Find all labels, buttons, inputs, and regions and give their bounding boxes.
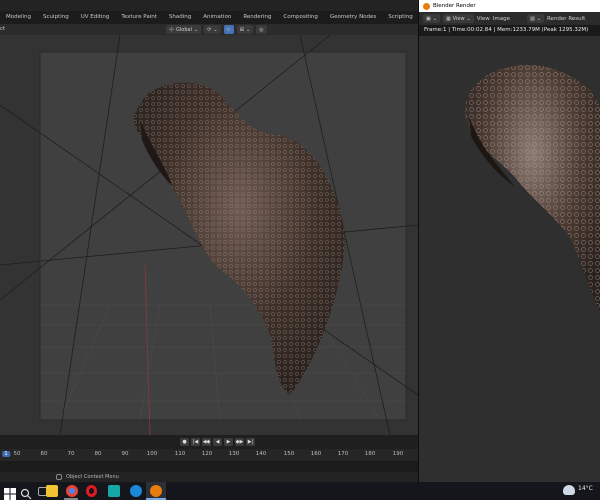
timeline-tick: 50 — [13, 451, 21, 457]
timeline-tick: 80 — [94, 451, 102, 457]
timeline-tick: 120 — [201, 451, 213, 457]
chevron-down-icon: ⌄ — [536, 15, 541, 22]
object-menu-label[interactable]: ct — [0, 24, 5, 35]
next-keyframe-button[interactable]: ◆▶ — [235, 438, 244, 446]
transform-orientation-value: Global — [176, 26, 192, 33]
jump-start-button[interactable]: |◀ — [191, 438, 200, 446]
windows-start-icon[interactable] — [4, 485, 16, 500]
blender-taskbar-icon[interactable] — [150, 485, 162, 497]
image-icon: ▨ — [530, 15, 535, 22]
view-mode-label: View — [452, 15, 465, 22]
timeline-tick: 90 — [121, 451, 129, 457]
blender-main-window: Modeling Sculpting UV Editing Texture Pa… — [0, 0, 429, 482]
timeline-tick: 190 — [392, 451, 404, 457]
viewport-header: ct ⊹ Global ⌄ ⟳ ⌄ ⊂ ⊞ ⌄ ◎ — [0, 24, 418, 35]
render-window-titlebar[interactable]: Blender Render — [419, 0, 600, 12]
snap-toggle[interactable]: ⊂ — [223, 25, 234, 34]
play-reverse-button[interactable]: ◀ — [213, 438, 222, 446]
pivot-icon: ⟳ — [207, 26, 212, 33]
image-editor-header: ▣ ⌄ ▦ View ⌄ View Image ▨ ⌄ Render Result — [419, 12, 600, 25]
timeline-ruler[interactable]: 1 50 60 70 80 90 100 110 120 130 140 150… — [0, 449, 418, 461]
weather-cloud-icon[interactable] — [563, 485, 575, 495]
timeline-tick: 130 — [228, 451, 240, 457]
tab-shading[interactable]: Shading — [163, 11, 197, 24]
file-explorer-icon[interactable] — [46, 485, 58, 497]
snap-target-dropdown[interactable]: ⊞ ⌄ — [236, 25, 254, 34]
tab-geometry-nodes[interactable]: Geometry Nodes — [324, 11, 382, 24]
timeline-tick: 160 — [310, 451, 322, 457]
search-icon[interactable] — [20, 485, 32, 500]
record-button[interactable]: ● — [180, 438, 189, 446]
magnet-icon: ⊂ — [226, 26, 231, 33]
windows-taskbar: 14°C — [0, 482, 600, 500]
view-icon: ▦ — [445, 15, 451, 22]
prev-keyframe-button[interactable]: ◀◆ — [202, 438, 211, 446]
workspace-tabs-bar: Modeling Sculpting UV Editing Texture Pa… — [0, 11, 429, 24]
timeline-tick: 180 — [364, 451, 376, 457]
proportional-icon: ◎ — [259, 26, 264, 33]
transform-tools: ⊹ Global ⌄ ⟳ ⌄ ⊂ ⊞ ⌄ ◎ — [166, 25, 267, 34]
orientation-icon: ⊹ — [169, 26, 175, 33]
grid-icon: ⊞ — [239, 26, 244, 33]
editor-type-dropdown[interactable]: ▣ ⌄ — [423, 14, 440, 23]
timeline-body[interactable] — [0, 461, 418, 472]
timeline-tick: 100 — [146, 451, 158, 457]
proportional-edit-toggle[interactable]: ◎ — [256, 25, 267, 34]
chevron-down-icon: ⌄ — [193, 26, 199, 33]
mx-app-icon[interactable] — [108, 485, 120, 497]
render-window-title: Blender Render — [433, 3, 476, 9]
current-frame-indicator[interactable]: 1 — [2, 451, 10, 457]
render-canvas[interactable] — [419, 36, 600, 482]
timeline-header: ● |◀ ◀◆ ◀ ▶ ◆▶ ▶| — [0, 435, 418, 449]
tab-compositing[interactable]: Compositing — [277, 11, 323, 24]
screen: Modeling Sculpting UV Editing Texture Pa… — [0, 0, 600, 500]
chevron-down-icon: ⌄ — [466, 15, 471, 22]
tab-texture-paint[interactable]: Texture Paint — [115, 11, 163, 24]
tab-animation[interactable]: Animation — [197, 11, 237, 24]
timeline-tick: 60 — [40, 451, 48, 457]
timeline-tick: 110 — [174, 451, 186, 457]
tab-rendering[interactable]: Rendering — [237, 11, 277, 24]
chevron-down-icon: ⌄ — [246, 26, 251, 33]
chevron-down-icon: ⌄ — [432, 15, 437, 22]
tab-modeling[interactable]: Modeling — [0, 11, 37, 24]
playback-controls: ● |◀ ◀◆ ◀ ▶ ◆▶ ▶| — [180, 438, 255, 446]
tab-sculpting[interactable]: Sculpting — [37, 11, 75, 24]
menu-image[interactable]: Image — [493, 16, 510, 22]
transform-orientation-dropdown[interactable]: ⊹ Global ⌄ — [166, 25, 202, 34]
pivot-point-dropdown[interactable]: ⟳ ⌄ — [204, 25, 221, 34]
timeline-tick: 70 — [67, 451, 75, 457]
image-browse-dropdown[interactable]: ▨ ⌄ — [527, 14, 544, 23]
view-mode-dropdown[interactable]: ▦ View ⌄ — [442, 14, 474, 23]
weather-temperature[interactable]: 14°C — [578, 485, 593, 492]
viewport-scene — [0, 35, 418, 435]
render-result-name[interactable]: Render Result — [547, 16, 585, 22]
chrome-icon[interactable] — [66, 485, 78, 497]
timeline-tick: 170 — [337, 451, 349, 457]
blender-logo-icon — [423, 2, 430, 10]
menu-view[interactable]: View — [477, 16, 490, 22]
image-editor-icon: ▣ — [426, 15, 431, 22]
jump-end-button[interactable]: ▶| — [246, 438, 255, 446]
tab-scripting[interactable]: Scripting — [382, 11, 418, 24]
timeline-tick: 150 — [283, 451, 295, 457]
tab-uv-editing[interactable]: UV Editing — [75, 11, 116, 24]
status-hint: Object Context Menu — [66, 474, 119, 480]
play-button[interactable]: ▶ — [224, 438, 233, 446]
opera-icon[interactable] — [86, 485, 97, 497]
timeline-tick: 140 — [255, 451, 267, 457]
3d-viewport[interactable] — [0, 35, 418, 435]
render-info-text: Frame:1 | Time:00:02.84 | Mem:1233.79M (… — [424, 27, 589, 33]
c-app-icon[interactable] — [130, 485, 142, 497]
status-bar: Object Context Menu — [0, 472, 418, 482]
render-result-image — [419, 36, 600, 482]
mouse-icon — [56, 474, 62, 480]
chevron-down-icon: ⌄ — [213, 26, 218, 33]
render-window: Blender Render ▣ ⌄ ▦ View ⌄ View Image ▨ ⌄ R… — [418, 0, 600, 482]
